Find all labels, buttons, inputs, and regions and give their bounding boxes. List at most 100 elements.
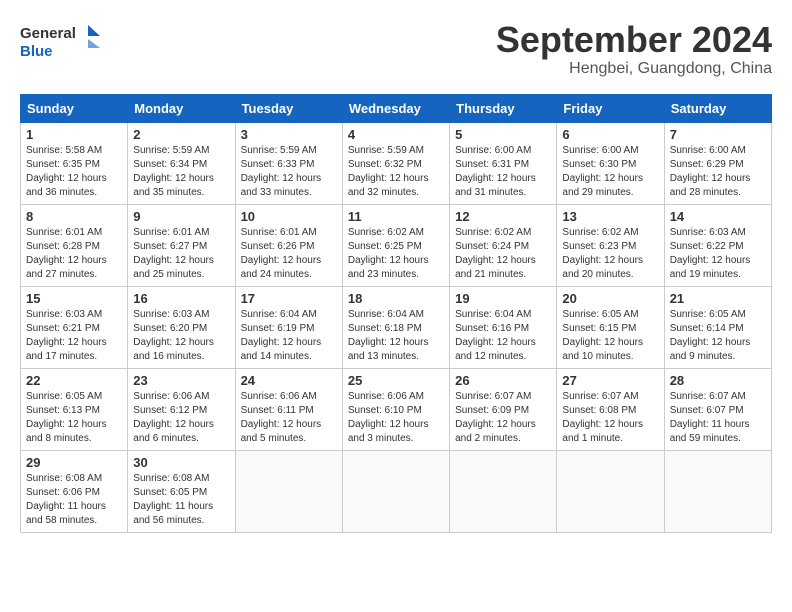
day-number: 7 (670, 127, 766, 142)
table-row: 24 Sunrise: 6:06 AM Sunset: 6:11 PM Dayl… (235, 368, 342, 450)
cell-content: Sunrise: 6:05 AM Sunset: 6:15 PM Dayligh… (562, 308, 658, 364)
cell-content: Sunrise: 6:02 AM Sunset: 6:25 PM Dayligh… (348, 226, 444, 282)
day-number: 1 (26, 127, 122, 142)
day-number: 24 (241, 373, 337, 388)
empty-cell (342, 450, 449, 532)
table-row: 28 Sunrise: 6:07 AM Sunset: 6:07 PM Dayl… (664, 368, 771, 450)
day-number: 20 (562, 291, 658, 306)
month-title: September 2024 (496, 20, 772, 60)
table-row: 5 Sunrise: 6:00 AM Sunset: 6:31 PM Dayli… (450, 122, 557, 204)
table-row: 29 Sunrise: 6:08 AM Sunset: 6:06 PM Dayl… (21, 450, 128, 532)
table-row: 30 Sunrise: 6:08 AM Sunset: 6:05 PM Dayl… (128, 450, 235, 532)
cell-content: Sunrise: 6:06 AM Sunset: 6:10 PM Dayligh… (348, 390, 444, 446)
day-number: 17 (241, 291, 337, 306)
table-row: 15 Sunrise: 6:03 AM Sunset: 6:21 PM Dayl… (21, 286, 128, 368)
day-number: 8 (26, 209, 122, 224)
table-row: 11 Sunrise: 6:02 AM Sunset: 6:25 PM Dayl… (342, 204, 449, 286)
col-wednesday: Wednesday (342, 94, 449, 122)
day-number: 16 (133, 291, 229, 306)
cell-content: Sunrise: 6:01 AM Sunset: 6:28 PM Dayligh… (26, 226, 122, 282)
day-number: 19 (455, 291, 551, 306)
cell-content: Sunrise: 6:07 AM Sunset: 6:08 PM Dayligh… (562, 390, 658, 446)
cell-content: Sunrise: 6:03 AM Sunset: 6:22 PM Dayligh… (670, 226, 766, 282)
table-row: 6 Sunrise: 6:00 AM Sunset: 6:30 PM Dayli… (557, 122, 664, 204)
cell-content: Sunrise: 6:06 AM Sunset: 6:12 PM Dayligh… (133, 390, 229, 446)
empty-cell (235, 450, 342, 532)
location-title: Hengbei, Guangdong, China (496, 60, 772, 78)
table-row: 25 Sunrise: 6:06 AM Sunset: 6:10 PM Dayl… (342, 368, 449, 450)
logo-svg: General Blue (20, 20, 100, 62)
table-row: 10 Sunrise: 6:01 AM Sunset: 6:26 PM Dayl… (235, 204, 342, 286)
table-row: 12 Sunrise: 6:02 AM Sunset: 6:24 PM Dayl… (450, 204, 557, 286)
day-number: 14 (670, 209, 766, 224)
table-row: 23 Sunrise: 6:06 AM Sunset: 6:12 PM Dayl… (128, 368, 235, 450)
table-row: 26 Sunrise: 6:07 AM Sunset: 6:09 PM Dayl… (450, 368, 557, 450)
cell-content: Sunrise: 6:07 AM Sunset: 6:07 PM Dayligh… (670, 390, 766, 446)
svg-text:General: General (20, 25, 76, 42)
cell-content: Sunrise: 6:08 AM Sunset: 6:05 PM Dayligh… (133, 472, 229, 528)
table-row: 18 Sunrise: 6:04 AM Sunset: 6:18 PM Dayl… (342, 286, 449, 368)
day-number: 5 (455, 127, 551, 142)
svg-text:Blue: Blue (20, 43, 53, 60)
table-row: 17 Sunrise: 6:04 AM Sunset: 6:19 PM Dayl… (235, 286, 342, 368)
cell-content: Sunrise: 6:04 AM Sunset: 6:16 PM Dayligh… (455, 308, 551, 364)
calendar-week-row: 22 Sunrise: 6:05 AM Sunset: 6:13 PM Dayl… (21, 368, 772, 450)
day-number: 23 (133, 373, 229, 388)
calendar-week-row: 8 Sunrise: 6:01 AM Sunset: 6:28 PM Dayli… (21, 204, 772, 286)
cell-content: Sunrise: 6:00 AM Sunset: 6:29 PM Dayligh… (670, 144, 766, 200)
table-row: 13 Sunrise: 6:02 AM Sunset: 6:23 PM Dayl… (557, 204, 664, 286)
cell-content: Sunrise: 6:01 AM Sunset: 6:27 PM Dayligh… (133, 226, 229, 282)
cell-content: Sunrise: 6:01 AM Sunset: 6:26 PM Dayligh… (241, 226, 337, 282)
cell-content: Sunrise: 5:59 AM Sunset: 6:34 PM Dayligh… (133, 144, 229, 200)
table-row: 9 Sunrise: 6:01 AM Sunset: 6:27 PM Dayli… (128, 204, 235, 286)
calendar-body: 1 Sunrise: 5:58 AM Sunset: 6:35 PM Dayli… (21, 122, 772, 532)
header: General Blue September 2024 Hengbei, Gua… (20, 20, 772, 78)
table-row: 22 Sunrise: 6:05 AM Sunset: 6:13 PM Dayl… (21, 368, 128, 450)
day-number: 22 (26, 373, 122, 388)
day-number: 13 (562, 209, 658, 224)
cell-content: Sunrise: 5:59 AM Sunset: 6:32 PM Dayligh… (348, 144, 444, 200)
col-thursday: Thursday (450, 94, 557, 122)
col-saturday: Saturday (664, 94, 771, 122)
cell-content: Sunrise: 6:00 AM Sunset: 6:30 PM Dayligh… (562, 144, 658, 200)
day-number: 11 (348, 209, 444, 224)
day-number: 18 (348, 291, 444, 306)
cell-content: Sunrise: 6:03 AM Sunset: 6:20 PM Dayligh… (133, 308, 229, 364)
cell-content: Sunrise: 6:07 AM Sunset: 6:09 PM Dayligh… (455, 390, 551, 446)
col-sunday: Sunday (21, 94, 128, 122)
day-number: 4 (348, 127, 444, 142)
day-number: 25 (348, 373, 444, 388)
logo: General Blue (20, 20, 100, 62)
day-number: 27 (562, 373, 658, 388)
day-number: 2 (133, 127, 229, 142)
empty-cell (450, 450, 557, 532)
table-row: 20 Sunrise: 6:05 AM Sunset: 6:15 PM Dayl… (557, 286, 664, 368)
table-row: 4 Sunrise: 5:59 AM Sunset: 6:32 PM Dayli… (342, 122, 449, 204)
cell-content: Sunrise: 6:05 AM Sunset: 6:14 PM Dayligh… (670, 308, 766, 364)
empty-cell (557, 450, 664, 532)
cell-content: Sunrise: 5:59 AM Sunset: 6:33 PM Dayligh… (241, 144, 337, 200)
col-monday: Monday (128, 94, 235, 122)
cell-content: Sunrise: 6:00 AM Sunset: 6:31 PM Dayligh… (455, 144, 551, 200)
table-row: 14 Sunrise: 6:03 AM Sunset: 6:22 PM Dayl… (664, 204, 771, 286)
table-row: 16 Sunrise: 6:03 AM Sunset: 6:20 PM Dayl… (128, 286, 235, 368)
cell-content: Sunrise: 6:04 AM Sunset: 6:18 PM Dayligh… (348, 308, 444, 364)
table-row: 27 Sunrise: 6:07 AM Sunset: 6:08 PM Dayl… (557, 368, 664, 450)
table-row: 21 Sunrise: 6:05 AM Sunset: 6:14 PM Dayl… (664, 286, 771, 368)
day-number: 29 (26, 455, 122, 470)
day-number: 30 (133, 455, 229, 470)
cell-content: Sunrise: 6:02 AM Sunset: 6:23 PM Dayligh… (562, 226, 658, 282)
calendar-week-row: 15 Sunrise: 6:03 AM Sunset: 6:21 PM Dayl… (21, 286, 772, 368)
cell-content: Sunrise: 6:02 AM Sunset: 6:24 PM Dayligh… (455, 226, 551, 282)
title-area: September 2024 Hengbei, Guangdong, China (496, 20, 772, 78)
header-row: Sunday Monday Tuesday Wednesday Thursday… (21, 94, 772, 122)
col-tuesday: Tuesday (235, 94, 342, 122)
day-number: 15 (26, 291, 122, 306)
day-number: 21 (670, 291, 766, 306)
table-row: 1 Sunrise: 5:58 AM Sunset: 6:35 PM Dayli… (21, 122, 128, 204)
cell-content: Sunrise: 6:05 AM Sunset: 6:13 PM Dayligh… (26, 390, 122, 446)
day-number: 28 (670, 373, 766, 388)
table-row: 7 Sunrise: 6:00 AM Sunset: 6:29 PM Dayli… (664, 122, 771, 204)
calendar-week-row: 29 Sunrise: 6:08 AM Sunset: 6:06 PM Dayl… (21, 450, 772, 532)
table-row: 3 Sunrise: 5:59 AM Sunset: 6:33 PM Dayli… (235, 122, 342, 204)
